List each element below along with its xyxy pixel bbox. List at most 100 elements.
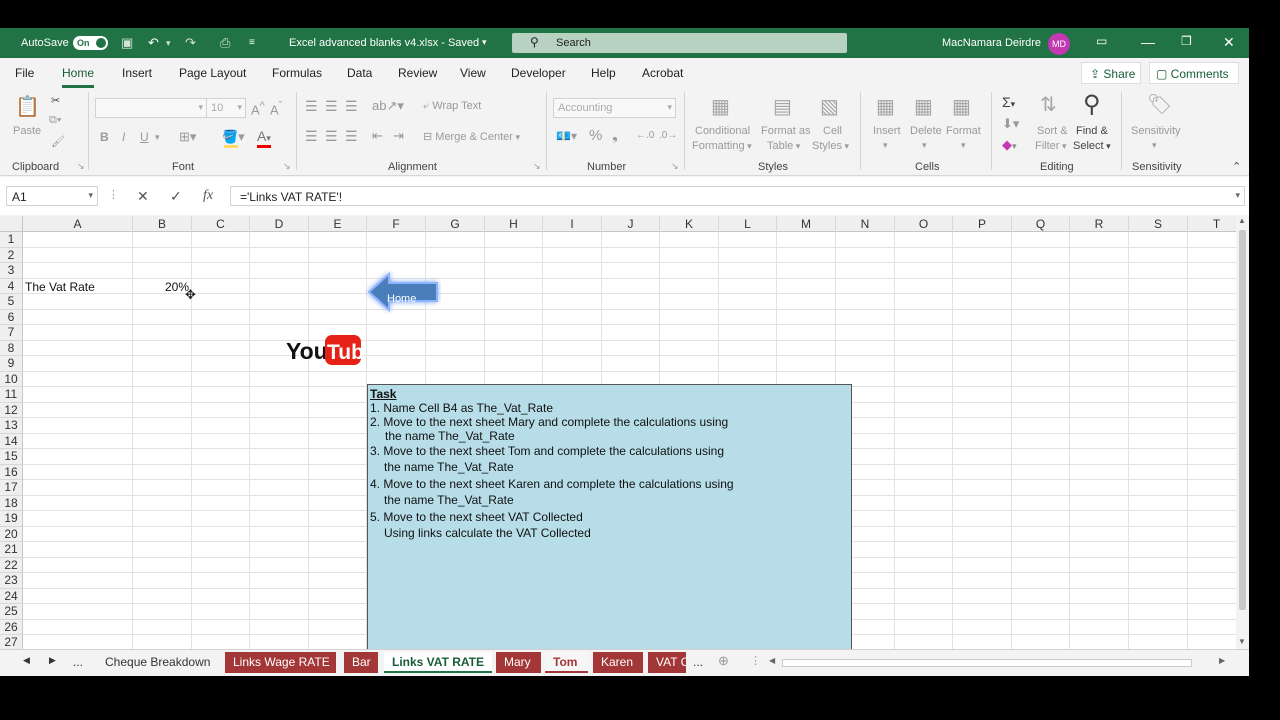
sheet-tab-vat-collected[interactable]: VAT C: [648, 652, 686, 673]
wrap-text-button[interactable]: ⤶ Wrap Text: [423, 100, 481, 113]
home-button[interactable]: [365, 270, 441, 314]
close-icon[interactable]: ✕: [1223, 34, 1235, 51]
column-header-c[interactable]: C: [192, 216, 250, 232]
row-header-25[interactable]: 25: [0, 604, 23, 620]
prev-sheet-icon[interactable]: ◀: [23, 655, 30, 666]
decrease-indent-icon[interactable]: ⇤: [372, 128, 383, 144]
row-header-11[interactable]: 11: [0, 387, 23, 403]
cell-styles-label-2[interactable]: Styles ▾: [812, 140, 849, 152]
column-header-t[interactable]: T: [1188, 216, 1236, 232]
select-all-corner[interactable]: [0, 216, 23, 232]
collapse-ribbon-icon[interactable]: ⌃: [1232, 160, 1241, 173]
horizontal-scroll-thumb[interactable]: [782, 659, 1192, 667]
chevron-down-icon[interactable]: ▾: [883, 140, 888, 151]
comments-button[interactable]: ▢ Comments: [1149, 62, 1239, 84]
sort-filter-label[interactable]: Sort &: [1037, 125, 1068, 137]
column-header-a[interactable]: A: [23, 216, 133, 232]
sort-filter-label-2[interactable]: Filter ▾: [1035, 140, 1066, 152]
horizontal-scrollbar[interactable]: ◀ ▶: [766, 656, 1231, 669]
column-header-i[interactable]: I: [543, 216, 602, 232]
tab-insert[interactable]: Insert: [122, 66, 152, 80]
autosave-toggle[interactable]: On: [73, 36, 108, 50]
cell-styles-icon[interactable]: ▧: [820, 94, 839, 119]
decrease-decimal-icon[interactable]: .0→: [659, 130, 677, 141]
scroll-down-icon[interactable]: ▼: [1238, 637, 1246, 646]
conditional-formatting-label-2[interactable]: Formatting ▾: [692, 140, 752, 152]
home-button-label[interactable]: Home: [387, 293, 416, 305]
save-icon[interactable]: ▣: [121, 35, 133, 51]
column-header-f[interactable]: F: [367, 216, 426, 232]
search-box[interactable]: ⚲ Search: [512, 33, 847, 53]
print-icon[interactable]: ⎙: [220, 35, 230, 51]
column-header-p[interactable]: P: [953, 216, 1012, 232]
more-sheets-left[interactable]: ...: [73, 655, 83, 669]
sheet-tab-tom[interactable]: Tom: [545, 652, 588, 673]
find-select-label-2[interactable]: Select ▾: [1073, 140, 1111, 152]
tab-view[interactable]: View: [460, 66, 486, 80]
tab-home[interactable]: Home: [62, 66, 95, 88]
row-header-3[interactable]: 3: [0, 263, 23, 279]
paste-icon[interactable]: 📋: [15, 94, 40, 119]
chevron-down-icon[interactable]: ▾: [922, 140, 927, 151]
borders-icon[interactable]: ⊞▾: [179, 129, 196, 145]
tab-developer[interactable]: Developer: [511, 66, 566, 80]
formula-input[interactable]: ='Links VAT RATE'! ▾: [230, 186, 1245, 206]
sheet-tab-bar[interactable]: Bar: [344, 652, 378, 673]
font-size-combo[interactable]: 10 ▾: [206, 98, 246, 118]
conditional-formatting-label[interactable]: Conditional: [695, 125, 750, 137]
underline-button[interactable]: U: [140, 130, 149, 144]
align-center-icon[interactable]: ☰: [325, 128, 338, 145]
scroll-up-icon[interactable]: ▲: [1238, 216, 1246, 225]
column-header-m[interactable]: M: [777, 216, 836, 232]
tab-file[interactable]: File: [15, 66, 34, 80]
restore-icon[interactable]: ❐: [1181, 34, 1192, 48]
row-header-6[interactable]: 6: [0, 309, 23, 325]
copy-icon[interactable]: ⧉▾: [49, 114, 61, 127]
column-header-j[interactable]: J: [602, 216, 660, 232]
orientation-icon[interactable]: ab↗▾: [372, 98, 404, 114]
column-header-h[interactable]: H: [485, 216, 543, 232]
delete-cells-label[interactable]: Delete: [910, 125, 942, 137]
column-header-s[interactable]: S: [1129, 216, 1188, 232]
number-launcher-icon[interactable]: ↘: [671, 161, 679, 172]
row-header-10[interactable]: 10: [0, 371, 23, 387]
row-header-24[interactable]: 24: [0, 588, 23, 604]
format-painter-icon[interactable]: 🖌: [51, 135, 65, 148]
currency-icon[interactable]: 💶▾: [556, 129, 577, 143]
insert-cells-label[interactable]: Insert: [873, 125, 901, 137]
chevron-down-icon[interactable]: ▾: [155, 132, 160, 143]
chevron-down-icon[interactable]: ▾: [961, 140, 966, 151]
align-bottom-icon[interactable]: ☰: [345, 98, 358, 115]
format-as-table-label[interactable]: Format as: [761, 125, 811, 137]
sheet-tab-mary[interactable]: Mary: [496, 652, 541, 673]
column-header-o[interactable]: O: [895, 216, 953, 232]
fill-icon[interactable]: ⬇▾: [1002, 116, 1019, 132]
row-header-26[interactable]: 26: [0, 619, 23, 635]
row-header-4[interactable]: 4: [0, 278, 23, 294]
row-header-23[interactable]: 23: [0, 573, 23, 589]
sheet-splitter-icon[interactable]: ⋮: [750, 654, 761, 667]
row-header-18[interactable]: 18: [0, 495, 23, 511]
sheet-tab-links-wage-rate[interactable]: Links Wage RATE: [225, 652, 336, 673]
cell-styles-label[interactable]: Cell: [823, 125, 842, 137]
bold-button[interactable]: B: [100, 130, 109, 144]
column-header-e[interactable]: E: [309, 216, 367, 232]
undo-icon[interactable]: ↶: [148, 35, 159, 51]
format-cells-icon[interactable]: ▦: [952, 94, 971, 119]
row-header-20[interactable]: 20: [0, 526, 23, 542]
undo-dropdown-icon[interactable]: ▾: [166, 38, 171, 49]
youtube-logo[interactable]: You Tube: [286, 333, 376, 370]
row-header-12[interactable]: 12: [0, 402, 23, 418]
autosum-icon[interactable]: Σ▾: [1002, 94, 1015, 110]
increase-decimal-icon[interactable]: ←.0: [636, 130, 654, 141]
comma-icon[interactable]: ❟: [612, 127, 618, 144]
task-textbox[interactable]: Task 1. Name Cell B4 as The_Vat_Rate 2. …: [367, 384, 852, 676]
ribbon-display-icon[interactable]: ▭: [1096, 34, 1107, 48]
tab-help[interactable]: Help: [591, 66, 616, 80]
more-sheets-right[interactable]: ...: [693, 655, 703, 669]
minimize-icon[interactable]: —: [1141, 34, 1155, 50]
row-header-22[interactable]: 22: [0, 557, 23, 573]
customize-qat-icon[interactable]: ≡: [249, 37, 255, 48]
row-header-9[interactable]: 9: [0, 356, 23, 372]
column-header-l[interactable]: L: [719, 216, 777, 232]
